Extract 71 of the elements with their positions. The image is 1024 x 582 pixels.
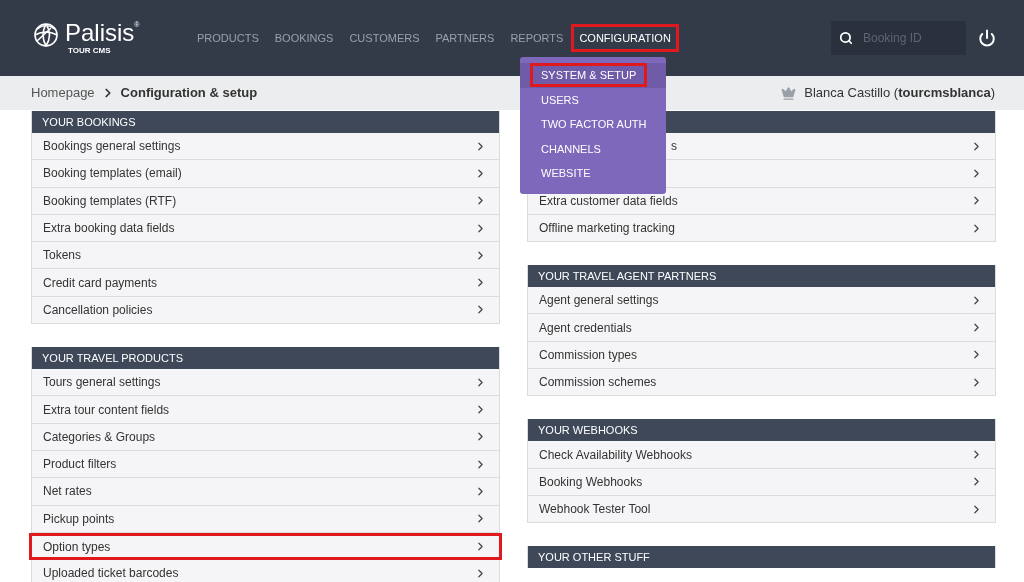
logo-wordmark: Palisis bbox=[65, 20, 135, 46]
settings-link-label: Categories & Groups bbox=[43, 428, 156, 446]
settings-row[interactable]: Bookings general settings bbox=[32, 133, 499, 161]
settings-link-label: Credit card payments bbox=[43, 274, 158, 292]
breadcrumb-current: Configuration & setup bbox=[120, 84, 258, 103]
settings-row[interactable]: Agent general settings bbox=[528, 287, 995, 315]
settings-row[interactable]: Offline marketing tracking bbox=[528, 214, 995, 243]
settings-row[interactable]: Booking templates (email) bbox=[32, 160, 499, 188]
settings-row[interactable]: Uploaded ticket barcodes bbox=[32, 560, 499, 582]
settings-row[interactable]: Cancellation policies bbox=[32, 296, 499, 325]
dropdown-item[interactable]: SYSTEM & SETUP bbox=[530, 63, 648, 88]
settings-link-label: Extra customer data fields bbox=[539, 192, 678, 210]
nav-tab[interactable]: REPORTS bbox=[502, 24, 572, 52]
settings-link-label: Net rates bbox=[43, 483, 92, 501]
settings-row[interactable]: Extra tour content fields bbox=[32, 396, 499, 424]
dropdown-item[interactable]: WEBSITE bbox=[530, 161, 602, 186]
settings-link-label: Option types bbox=[43, 538, 111, 556]
settings-link-label: Commission types bbox=[539, 346, 638, 364]
settings-link-label: s bbox=[671, 138, 677, 156]
settings-row[interactable]: Commission schemes bbox=[528, 369, 995, 397]
panel-title: YOUR TRAVEL PRODUCTS bbox=[42, 350, 183, 366]
logo-subtitle: TOUR CMS bbox=[68, 46, 111, 56]
power-icon[interactable] bbox=[978, 29, 996, 47]
search-icon bbox=[839, 31, 853, 45]
nav-tab[interactable]: BOOKINGS bbox=[266, 24, 342, 52]
settings-row[interactable]: Booking templates (RTF) bbox=[32, 187, 499, 215]
settings-link-label: Agent credentials bbox=[539, 319, 632, 337]
settings-row[interactable]: Webhook Tester Tool bbox=[528, 495, 995, 524]
settings-link-label: Commission schemes bbox=[539, 374, 657, 392]
crown-icon bbox=[781, 85, 797, 101]
settings-link-label: Booking templates (RTF) bbox=[43, 192, 177, 210]
nav-tab[interactable]: CONFIGURATION bbox=[571, 24, 679, 52]
settings-row[interactable]: Product filters bbox=[32, 450, 499, 479]
settings-row[interactable]: Net rates bbox=[32, 478, 499, 506]
dropdown-item[interactable]: CHANNELS bbox=[530, 136, 612, 161]
settings-row[interactable]: Credit card payments bbox=[32, 269, 499, 297]
settings-link-label: Extra tour content fields bbox=[43, 401, 170, 419]
settings-row[interactable]: Tours general settings bbox=[32, 369, 499, 397]
settings-row[interactable]: Booking Webhooks bbox=[528, 468, 995, 496]
settings-row[interactable]: Check Availability Webhooks bbox=[528, 441, 995, 469]
panel-title: YOUR OTHER STUFF bbox=[538, 550, 650, 565]
settings-link-label: Bookings general settings bbox=[43, 138, 181, 156]
panel-title: YOUR TRAVEL AGENT PARTNERS bbox=[538, 268, 717, 284]
dropdown-item[interactable]: USERS bbox=[530, 87, 590, 112]
settings-row[interactable]: Commission types bbox=[528, 341, 995, 370]
settings-row[interactable]: Pickup points bbox=[32, 505, 499, 533]
settings-link-label: Agent general settings bbox=[539, 292, 659, 310]
settings-link-label: Tokens bbox=[43, 247, 82, 265]
panel-title: YOUR WEBHOOKS bbox=[538, 423, 638, 439]
settings-link-label: Booking Webhooks bbox=[539, 473, 643, 491]
settings-link-label: Tours general settings bbox=[43, 374, 161, 392]
settings-link-label: Pickup points bbox=[43, 510, 115, 528]
settings-link-label: Uploaded ticket barcodes bbox=[43, 565, 179, 582]
settings-row[interactable]: Extra booking data fields bbox=[32, 214, 499, 243]
nav-tab[interactable]: CUSTOMERS bbox=[341, 24, 428, 52]
settings-link-label: Cancellation policies bbox=[43, 301, 153, 319]
panel-title: YOUR BOOKINGS bbox=[42, 114, 136, 130]
settings-link-label: Extra booking data fields bbox=[43, 220, 175, 238]
settings-link-label: Check Availability Webhooks bbox=[539, 446, 692, 464]
nav-tab[interactable]: PRODUCTS bbox=[189, 24, 267, 52]
settings-link-label: Booking templates (email) bbox=[43, 165, 182, 183]
nav-tab[interactable]: PARTNERS bbox=[427, 24, 503, 52]
user-name: Blanca Castillo (tourcmsblanca) bbox=[804, 84, 995, 103]
settings-link-label: Product filters bbox=[43, 456, 117, 474]
settings-row[interactable]: Tokens bbox=[32, 242, 499, 270]
breadcrumb-link[interactable]: Homepage bbox=[31, 83, 95, 103]
settings-link-label: Webhook Tester Tool bbox=[539, 501, 651, 519]
settings-row[interactable]: Agent credentials bbox=[528, 314, 995, 342]
settings-row[interactable]: Option types bbox=[29, 532, 502, 561]
settings-row[interactable]: Categories & Groups bbox=[32, 423, 499, 451]
settings-link-label: Offline marketing tracking bbox=[539, 220, 675, 238]
